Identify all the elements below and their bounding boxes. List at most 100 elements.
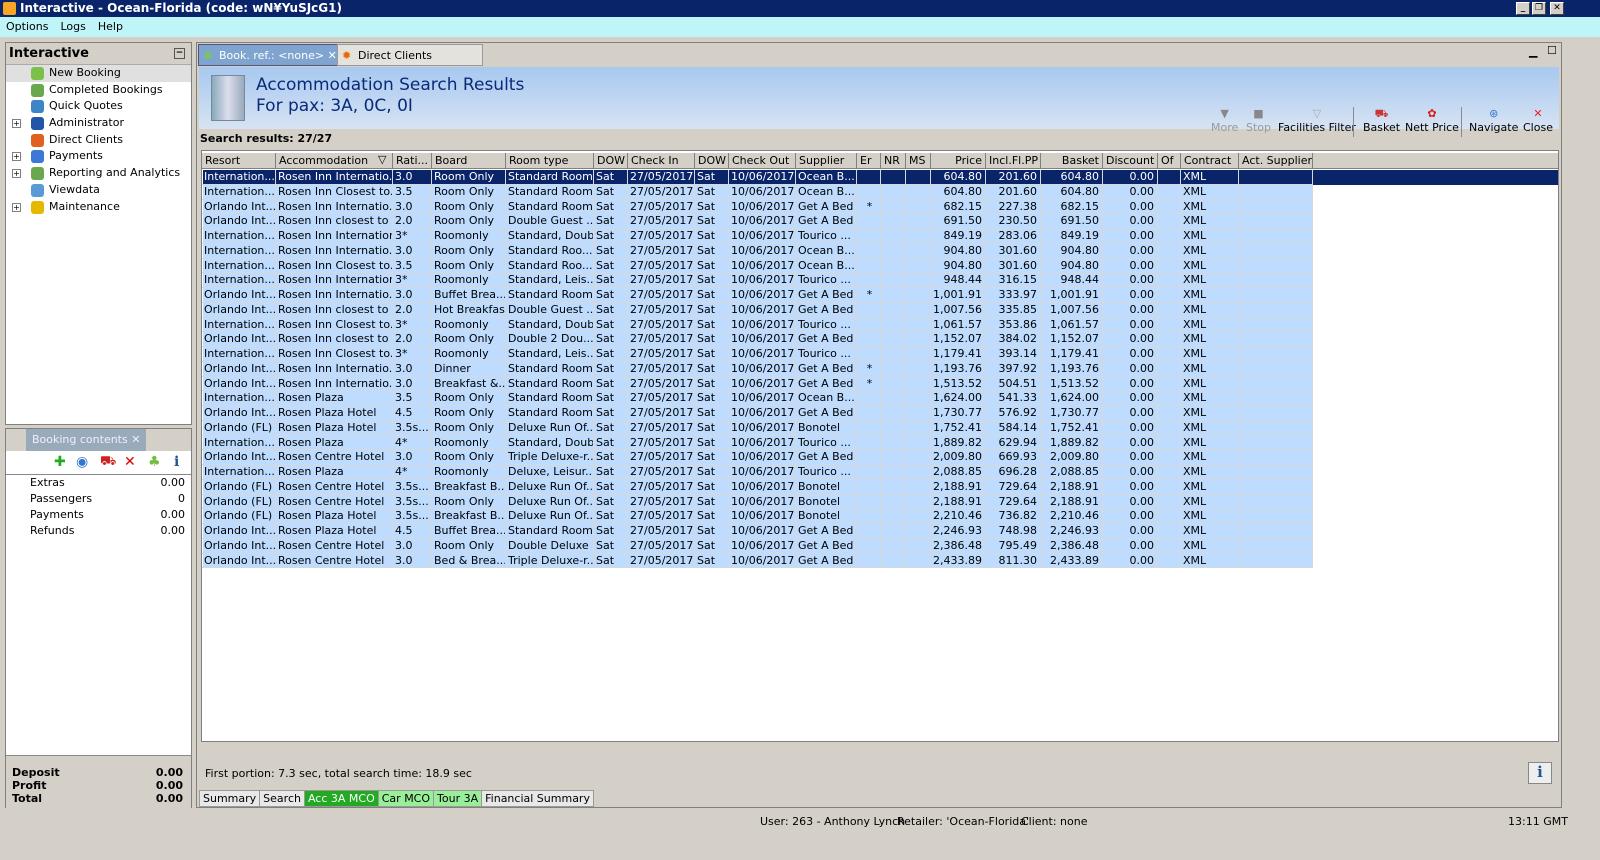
table-row[interactable]: Orlando Int... Rosen Plaza Hotel 4.5 Buffet… <box>202 524 1313 539</box>
column-header-accommodation[interactable]: Accommodation <box>276 153 393 169</box>
bottom-tab-acc-3a-mco[interactable]: Acc 3A MCO <box>303 790 379 807</box>
column-header-discount[interactable]: Discount <box>1103 153 1158 169</box>
menu-options[interactable]: Options <box>6 20 48 33</box>
sidebar-item-reporting-and-analytics[interactable]: + Reporting and Analytics <box>6 165 191 182</box>
table-cell <box>857 229 881 244</box>
column-header-dow[interactable]: DOW <box>594 153 628 169</box>
table-cell: 27/05/2017 <box>628 494 695 510</box>
bottom-tab-financial-summary[interactable]: Financial Summary <box>481 790 594 807</box>
table-cell: 0.00 <box>1103 538 1158 554</box>
tab-booking-ref[interactable]: ♣ Book. ref.: <none> ✕ <box>198 44 348 66</box>
column-header-ms[interactable]: MS <box>906 153 931 169</box>
table-row[interactable]: Internation... Rosen Inn International 3* R… <box>202 273 1313 288</box>
menu-logs[interactable]: Logs <box>60 20 85 33</box>
info-button[interactable]: i <box>1528 762 1552 784</box>
basket-button[interactable]: ⛟ Basket <box>1363 107 1400 134</box>
table-row[interactable]: Internation... Rosen Inn Internatio... 3.0… <box>202 243 1313 259</box>
column-header-board[interactable]: Board <box>432 153 506 169</box>
table-row[interactable]: Orlando Int... Rosen Inn closest to ... 2.… <box>202 302 1313 318</box>
sidebar-item-new-booking[interactable]: New Booking <box>6 65 191 82</box>
table-row[interactable]: Internation... Rosen Inn International 3* R… <box>202 229 1313 244</box>
column-header-check-out[interactable]: Check Out <box>729 153 796 169</box>
table-row[interactable]: Internation... Rosen Plaza 4* Roomonly Stand… <box>202 435 1313 451</box>
column-header-contract[interactable]: Contract <box>1181 153 1239 169</box>
table-row[interactable]: Orlando Int... Rosen Centre Hotel 3.0 Bed &… <box>202 553 1313 569</box>
expand-icon[interactable]: + <box>12 202 21 212</box>
table-row[interactable]: Orlando Int... Rosen Plaza Hotel 4.5 Room O… <box>202 406 1313 421</box>
filter-icon[interactable]: ▽ <box>378 153 386 166</box>
menu-help[interactable]: Help <box>98 20 123 33</box>
minimize-panel-icon[interactable]: ▁ <box>1529 45 1537 58</box>
table-row[interactable]: Internation... Rosen Inn Closest to... 3* R… <box>202 317 1313 333</box>
table-row[interactable]: Orlando Int... Rosen Inn Internatio... 3.0… <box>202 199 1313 215</box>
table-row[interactable]: Orlando Int... Rosen Inn Internatio... 3.0… <box>202 288 1313 303</box>
table-cell <box>906 243 931 259</box>
palm-icon[interactable]: ♣ <box>148 454 161 470</box>
column-header-room-type[interactable]: Room type <box>506 153 594 169</box>
bottom-tab-search[interactable]: Search <box>259 790 305 807</box>
column-header-of[interactable]: Of <box>1158 153 1181 169</box>
table-row[interactable]: Orlando Int... Rosen Centre Hotel 3.0 Room … <box>202 538 1313 554</box>
navigate-button[interactable]: ⊛ Navigate <box>1469 107 1518 134</box>
column-header-price[interactable]: Price <box>931 153 986 169</box>
table-row[interactable]: Orlando Int... Rosen Inn closest to ... 2.… <box>202 332 1313 347</box>
column-header-incl-fl-pp[interactable]: Incl.Fl.PP <box>986 153 1041 169</box>
expand-icon[interactable]: + <box>12 169 21 179</box>
table-row[interactable]: Orlando (FL) Rosen Centre Hotel 3.5s... Bre… <box>202 479 1313 495</box>
minimize-button[interactable]: _ <box>1516 2 1530 15</box>
more-button[interactable]: ▼ More <box>1211 107 1238 134</box>
column-header-dow[interactable]: DOW <box>695 153 729 169</box>
restore-button[interactable]: ❐ <box>1532 2 1546 15</box>
column-header-er[interactable]: Er <box>857 153 881 169</box>
table-row[interactable]: Orlando (FL) Rosen Plaza Hotel 3.5s... Brea… <box>202 509 1313 524</box>
nett-price-button[interactable]: ✿ Nett Price <box>1405 107 1459 134</box>
column-header-check-in[interactable]: Check In <box>628 153 695 169</box>
close-window-button[interactable]: ✕ <box>1550 2 1564 15</box>
sidebar-item-administrator[interactable]: + Administrator <box>6 115 191 132</box>
bottom-tab-summary[interactable]: Summary <box>199 790 261 807</box>
table-row[interactable]: Orlando Int... Rosen Inn Internatio... 3.0… <box>202 376 1313 392</box>
info-icon[interactable]: i <box>174 454 179 470</box>
table-row[interactable]: Internation... Rosen Inn Internatio... 3.0… <box>202 170 1558 185</box>
table-row[interactable]: Orlando Int... Rosen Centre Hotel 3.0 Room … <box>202 450 1313 465</box>
sidebar-item-maintenance[interactable]: + Maintenance <box>6 199 191 216</box>
table-row[interactable]: Internation... Rosen Plaza 3.5 Room Only Sta… <box>202 391 1313 406</box>
column-header-supplier[interactable]: Supplier <box>796 153 857 169</box>
sidebar-item-label: Viewdata <box>49 182 100 196</box>
sidebar-item-payments[interactable]: + Payments <box>6 148 191 165</box>
table-row[interactable]: Orlando (FL) Rosen Centre Hotel 3.5s... Roo… <box>202 494 1313 510</box>
stop-button[interactable]: ■ Stop <box>1246 107 1271 134</box>
table-row[interactable]: Orlando Int... Rosen Inn Internatio... 3.0… <box>202 361 1313 377</box>
table-cell: Orlando (FL) <box>202 420 276 436</box>
booking-contents-tab[interactable]: Booking contents ✕ <box>26 429 147 451</box>
sidebar-item-viewdata[interactable]: Viewdata <box>6 182 191 199</box>
sidebar-item-direct-clients[interactable]: Direct Clients <box>6 132 191 149</box>
column-header-basket[interactable]: Basket <box>1041 153 1103 169</box>
sidebar-item-completed-bookings[interactable]: Completed Bookings <box>6 82 191 99</box>
tab-direct-clients-search[interactable]: ✹Direct Clients Search <box>337 44 483 84</box>
collapse-icon[interactable]: − <box>174 48 185 59</box>
table-row[interactable]: Orlando (FL) Rosen Plaza Hotel 3.5s... Room… <box>202 420 1313 436</box>
basket-icon[interactable]: ⛟ <box>100 454 116 471</box>
delete-icon[interactable]: ✕ <box>124 454 136 470</box>
column-header-act-supplier[interactable]: Act. Supplier <box>1239 153 1313 169</box>
add-icon[interactable]: ✚ <box>54 454 66 470</box>
column-header-rati[interactable]: Rati... <box>393 153 432 169</box>
bottom-tab-tour-3a[interactable]: Tour 3A <box>433 790 483 807</box>
maximize-panel-icon[interactable]: ☐ <box>1547 44 1557 57</box>
table-row[interactable]: Internation... Rosen Inn Closest to... 3.5… <box>202 258 1313 274</box>
expand-icon[interactable]: + <box>12 152 21 162</box>
column-header-nr[interactable]: NR <box>881 153 906 169</box>
table-row[interactable]: Internation... Rosen Plaza 4* Roomonly Delux… <box>202 465 1313 480</box>
column-header-resort[interactable]: Resort <box>202 153 276 169</box>
refresh-icon[interactable]: ◉ <box>76 454 88 470</box>
bottom-tab-car-mco[interactable]: Car MCO <box>377 790 435 807</box>
close-button[interactable]: ✕ Close <box>1523 107 1553 134</box>
expand-icon[interactable]: + <box>12 119 21 129</box>
table-row[interactable]: Orlando Int... Rosen Inn closest to ... 2.… <box>202 214 1313 229</box>
sidebar-item-quick-quotes[interactable]: Quick Quotes <box>6 98 191 115</box>
facilities-filter-button[interactable]: ▽ Facilities Filter <box>1278 107 1356 134</box>
table-row[interactable]: Internation... Rosen Inn Closest to... 3.5… <box>202 184 1313 200</box>
table-cell: 27/05/2017 <box>628 406 695 421</box>
table-row[interactable]: Internation... Rosen Inn Closest to... 3* R… <box>202 347 1313 362</box>
